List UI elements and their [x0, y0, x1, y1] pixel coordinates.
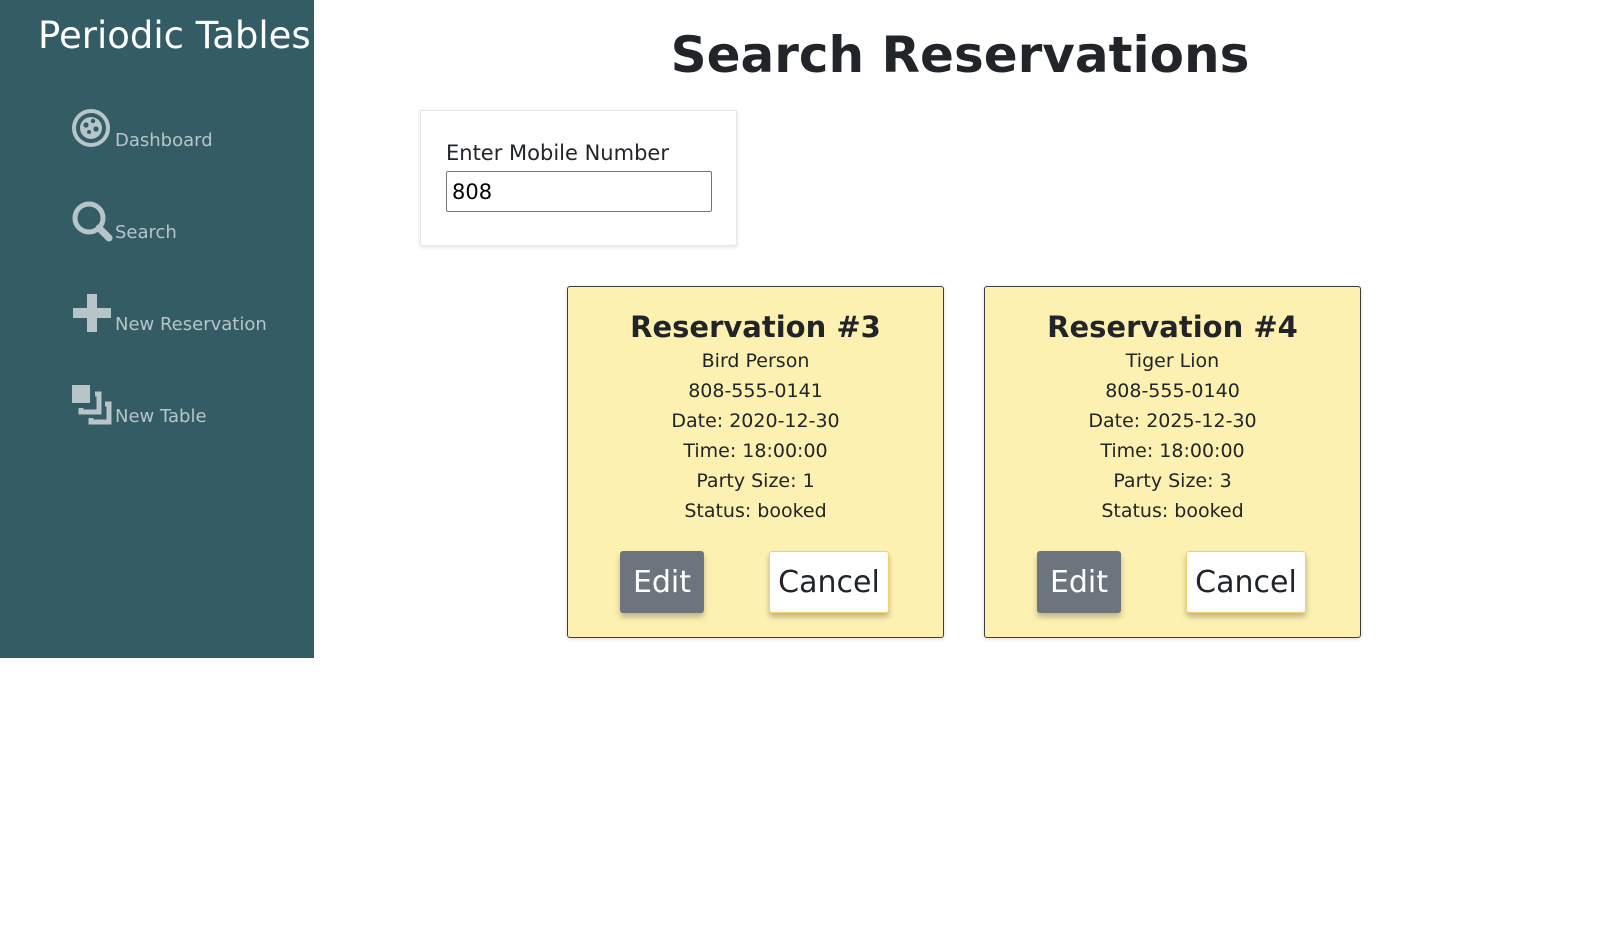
reservation-name: Tiger Lion — [1125, 350, 1220, 372]
sidebar-item-search[interactable]: Search — [71, 200, 177, 244]
edit-button[interactable]: Edit — [620, 551, 704, 613]
reservation-name: Bird Person — [701, 350, 810, 372]
sidebar-item-label: New Reservation — [115, 314, 267, 335]
plus-icon — [71, 292, 115, 336]
search-icon — [71, 200, 115, 244]
sidebar: Periodic Tables Dashboard Search New Res… — [0, 0, 314, 658]
cancel-button[interactable]: Cancel — [769, 551, 889, 613]
dashboard-icon — [71, 108, 115, 152]
brand-title[interactable]: Periodic Tables — [38, 14, 311, 57]
sidebar-item-label: Dashboard — [115, 130, 213, 151]
reservation-time: Time: 18:00:00 — [683, 440, 828, 462]
reservation-card: Reservation #3 Bird Person 808-555-0141 … — [567, 286, 944, 638]
reservation-phone: 808-555-0140 — [1105, 380, 1240, 402]
sidebar-item-label: New Table — [115, 406, 207, 427]
reservation-date: Date: 2025-12-30 — [1088, 410, 1257, 432]
sidebar-item-label: Search — [115, 222, 177, 243]
reservation-phone: 808-555-0141 — [688, 380, 823, 402]
cancel-button[interactable]: Cancel — [1186, 551, 1306, 613]
mobile-number-label: Enter Mobile Number — [446, 141, 669, 165]
reservation-party-size: Party Size: 3 — [1113, 470, 1232, 492]
reservation-status: Status: booked — [1101, 500, 1244, 522]
sidebar-item-new-reservation[interactable]: New Reservation — [71, 292, 267, 336]
reservation-status: Status: booked — [684, 500, 827, 522]
page-title: Search Reservations — [670, 26, 1250, 84]
sidebar-item-dashboard[interactable]: Dashboard — [71, 108, 213, 152]
reservation-party-size: Party Size: 1 — [696, 470, 815, 492]
reservation-title: Reservation #4 — [1047, 310, 1298, 344]
reservation-time: Time: 18:00:00 — [1100, 440, 1245, 462]
reservation-card: Reservation #4 Tiger Lion 808-555-0140 D… — [984, 286, 1361, 638]
layers-icon — [71, 384, 115, 428]
mobile-number-input[interactable] — [446, 171, 712, 212]
edit-button[interactable]: Edit — [1037, 551, 1121, 613]
search-form: Enter Mobile Number — [420, 110, 737, 246]
reservation-date: Date: 2020-12-30 — [671, 410, 840, 432]
reservation-title: Reservation #3 — [630, 310, 881, 344]
sidebar-item-new-table[interactable]: New Table — [71, 384, 207, 428]
